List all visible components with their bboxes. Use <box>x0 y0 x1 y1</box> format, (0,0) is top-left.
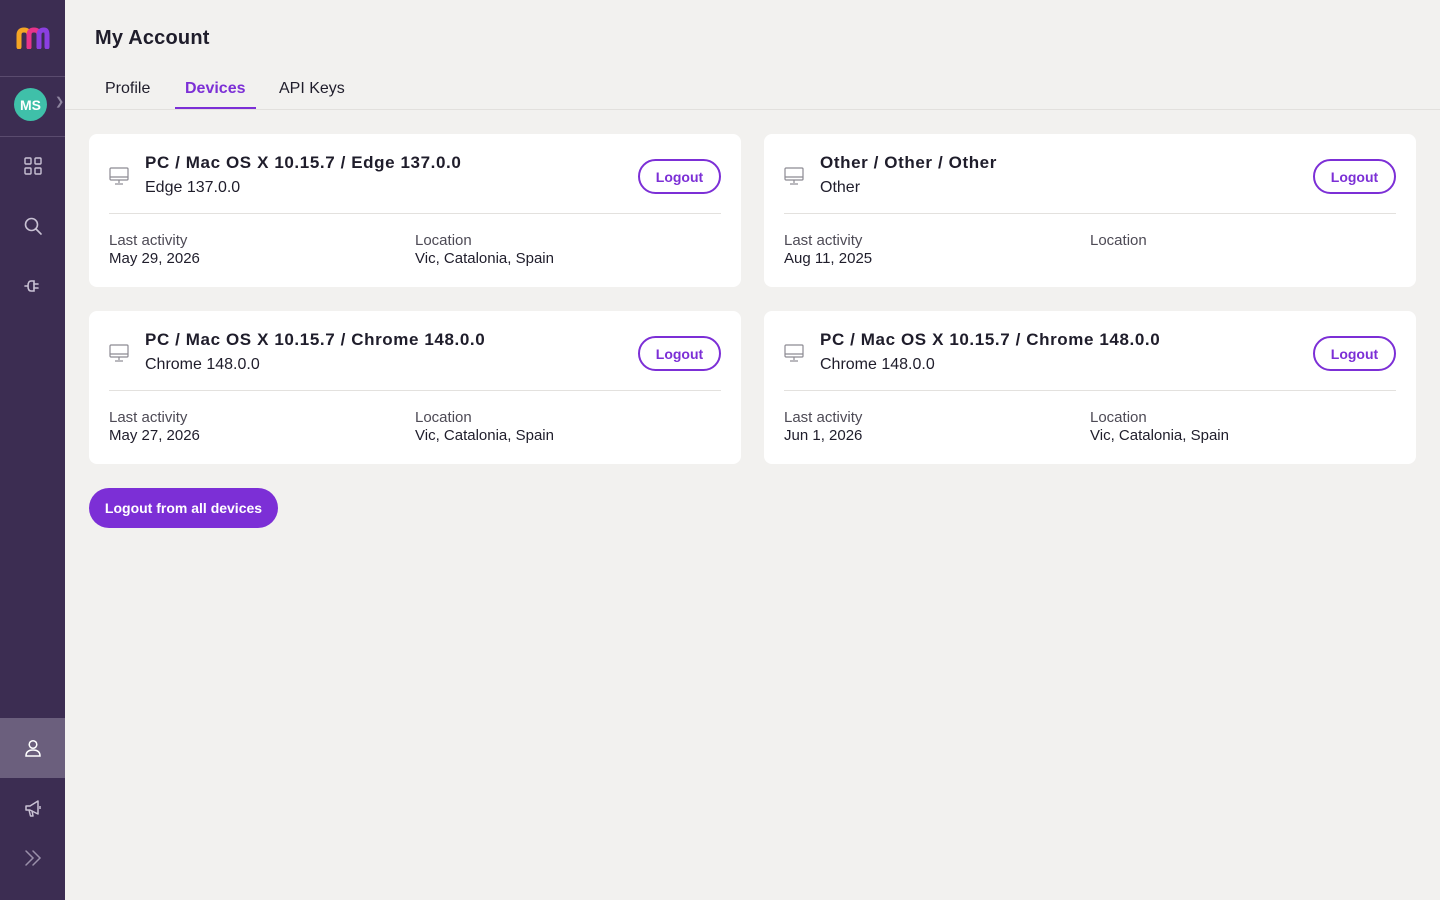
page-title: My Account <box>95 27 210 49</box>
nav-integrations[interactable] <box>0 256 65 316</box>
megaphone-icon <box>24 800 41 817</box>
desktop-monitor-icon <box>109 167 129 185</box>
device-browser: Other <box>820 179 861 196</box>
desktop-monitor-icon <box>784 344 804 362</box>
last-activity-value: May 27, 2026 <box>109 427 200 444</box>
expand-chevrons-icon <box>24 850 41 866</box>
nav-apps[interactable] <box>0 136 65 196</box>
desktop-monitor-icon <box>784 167 804 185</box>
sidebar: MS ❯ <box>0 0 65 900</box>
logout-button[interactable]: Logout <box>638 159 721 194</box>
tab-profile[interactable]: Profile <box>95 70 160 109</box>
logout-button[interactable]: Logout <box>1313 159 1396 194</box>
last-activity-label: Last activity <box>784 232 863 249</box>
tab-devices[interactable]: Devices <box>175 70 256 109</box>
last-activity-label: Last activity <box>784 409 863 426</box>
location-label: Location <box>1090 232 1147 249</box>
device-name: PC / Mac OS X 10.15.7 / Edge 137.0.0 <box>145 153 462 172</box>
device-browser: Edge 137.0.0 <box>145 179 241 196</box>
location-label: Location <box>415 232 472 249</box>
nav-account[interactable] <box>0 718 65 778</box>
last-activity-value: May 29, 2026 <box>109 250 200 267</box>
device-name: PC / Mac OS X 10.15.7 / Chrome 148.0.0 <box>820 330 1161 349</box>
desktop-monitor-icon <box>109 344 129 362</box>
nav-search[interactable] <box>0 196 65 256</box>
last-activity-value: Jun 1, 2026 <box>784 427 863 444</box>
device-browser: Chrome 148.0.0 <box>145 356 260 373</box>
location-value: Vic, Catalonia, Spain <box>1090 427 1229 444</box>
user-icon <box>24 739 41 757</box>
avatar[interactable]: MS <box>14 88 47 121</box>
device-card-header: PC / Mac OS X 10.15.7 / Edge 137.0.0 Edg… <box>109 134 721 214</box>
device-card-header: PC / Mac OS X 10.15.7 / Chrome 148.0.0 C… <box>784 311 1396 391</box>
location-label: Location <box>1090 409 1147 426</box>
logout-button[interactable]: Logout <box>1313 336 1396 371</box>
logout-all-devices-button[interactable]: Logout from all devices <box>89 488 278 528</box>
last-activity-value: Aug 11, 2025 <box>784 250 873 267</box>
plug-icon <box>23 280 39 292</box>
location-label: Location <box>415 409 472 426</box>
user-menu[interactable]: MS ❯ <box>0 77 65 137</box>
nav-expand[interactable] <box>0 828 65 888</box>
grid-icon <box>23 157 42 175</box>
chevron-right-icon: ❯ <box>55 96 65 108</box>
device-card: PC / Mac OS X 10.15.7 / Edge 137.0.0 Edg… <box>89 134 741 287</box>
logout-button[interactable]: Logout <box>638 336 721 371</box>
device-name: Other / Other / Other <box>820 153 997 172</box>
last-activity-label: Last activity <box>109 232 188 249</box>
device-card-header: Other / Other / Other Other Logout <box>784 134 1396 214</box>
location-value: Vic, Catalonia, Spain <box>415 427 554 444</box>
search-icon <box>24 217 42 235</box>
device-card: PC / Mac OS X 10.15.7 / Chrome 148.0.0 C… <box>89 311 741 464</box>
location-value: Vic, Catalonia, Spain <box>415 250 554 267</box>
device-card-header: PC / Mac OS X 10.15.7 / Chrome 148.0.0 C… <box>109 311 721 391</box>
device-card: Other / Other / Other Other Logout Last … <box>764 134 1416 287</box>
last-activity-label: Last activity <box>109 409 188 426</box>
tab-api-keys[interactable]: API Keys <box>269 70 355 109</box>
device-name: PC / Mac OS X 10.15.7 / Chrome 148.0.0 <box>145 330 486 349</box>
device-card: PC / Mac OS X 10.15.7 / Chrome 148.0.0 C… <box>764 311 1416 464</box>
device-browser: Chrome 148.0.0 <box>820 356 935 373</box>
account-tabs: Profile Devices API Keys <box>65 70 1440 110</box>
brand-m-logo-icon[interactable] <box>0 0 65 77</box>
